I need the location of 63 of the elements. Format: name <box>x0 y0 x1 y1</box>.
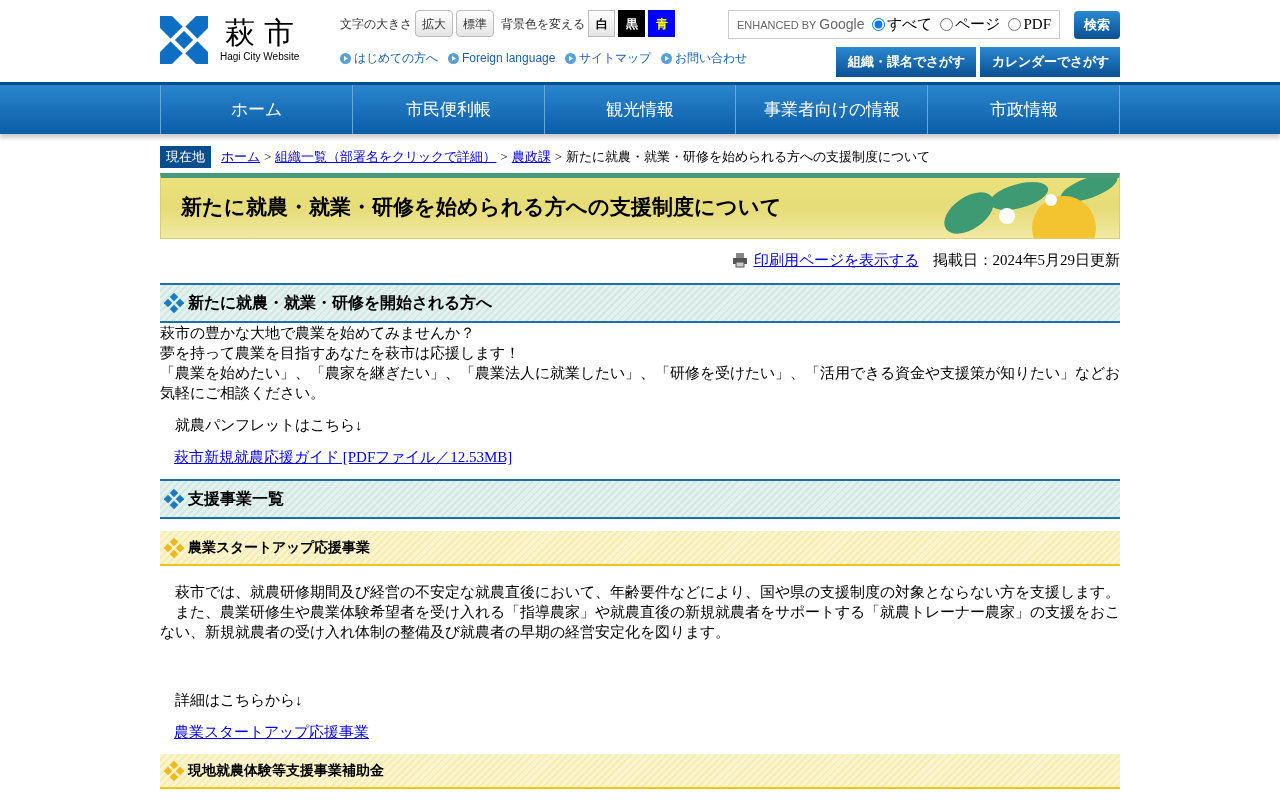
radio-label: ページ <box>955 15 1001 35</box>
diamond-icon <box>164 760 184 781</box>
quick-link[interactable]: Foreign language <box>448 49 556 67</box>
search-brand: ENHANCED BY Google <box>737 15 865 34</box>
background-color-button[interactable]: 白 <box>588 10 615 37</box>
arrow-bullet-icon <box>448 52 459 64</box>
nav-tab[interactable]: 事業者向けの情報 <box>736 85 929 134</box>
find-button[interactable]: カレンダーでさがす <box>980 47 1120 77</box>
page-title: 新たに就農・就業・研修を始められる方への支援制度について <box>181 193 782 221</box>
arrow-bullet-icon <box>340 52 351 64</box>
diamond-icon <box>164 537 184 558</box>
quick-link[interactable]: サイトマップ <box>565 49 652 67</box>
paragraph: 「農業を始めたい」、「農家を継ぎたい」、「農業法人に就業したい」、「研修を受けたい」、「活用できる資金や支援策が知りたい」などお気軽にご相談ください。 <box>160 364 1120 403</box>
nav-tab[interactable]: 市民便利帳 <box>352 85 545 134</box>
find-button[interactable]: 組織・課名でさがす <box>836 47 976 77</box>
text-size-button[interactable]: 標準 <box>456 10 494 37</box>
paragraph: 夢を持って農業を目指すあなたを萩市は応援します！ <box>160 344 521 363</box>
logo-title: 萩 市 <box>224 16 295 49</box>
section-heading: 新たに就農・就業・研修を開始される方へ <box>160 283 1120 323</box>
breadcrumb-current: 新たに就農・就業・研修を始められる方への支援制度について <box>566 148 931 166</box>
background-color-label: 背景色を変える <box>501 15 585 33</box>
breadcrumb-link[interactable]: ホーム <box>221 147 260 167</box>
radio-label: PDF <box>1023 15 1051 35</box>
paragraph: また、農業研修生や農業体験希望者を受け入れる「指導農家」や就農直後の新規就農者をサポートする「就農トレーナー農家」の支援をおこない、新規就農者の受け入れ体制の整備及び就農者の早期の経営安定化を図ります。 <box>160 603 1120 642</box>
radio-button[interactable] <box>872 18 886 31</box>
diamond-icon <box>164 293 184 313</box>
radio-button[interactable] <box>1008 18 1022 31</box>
quick-link[interactable]: お問い合わせ <box>661 49 748 67</box>
breadcrumb-separator: > <box>264 148 272 166</box>
document-link[interactable]: 農業スタートアップ応援事業 <box>174 724 369 740</box>
location-badge: 現在地 <box>160 146 211 168</box>
nav-tab[interactable]: 観光情報 <box>544 85 737 134</box>
background-color-button[interactable]: 黒 <box>618 10 645 37</box>
document-link[interactable]: 萩市新規就農応援ガイド [PDFファイル／12.53MB] <box>174 449 513 465</box>
radio-label: すべて <box>887 15 933 35</box>
breadcrumb-separator: > <box>554 148 563 166</box>
logo-subtitle: Hagi City Website <box>220 49 300 64</box>
search-button[interactable]: 検索 <box>1074 10 1120 39</box>
paragraph: 萩市では、就農研修期間及び経営の不安定な就農直後において、年齢要件などにより、国や県の支援制度の対象とならない方を支援します。 <box>174 583 1120 602</box>
quick-link[interactable]: はじめての方へ <box>340 49 438 67</box>
subsection-heading: 農業スタートアップ応援事業 <box>160 531 1120 566</box>
text-size-button[interactable]: 拡大 <box>415 10 453 37</box>
search-box[interactable]: ENHANCED BY Google すべて ページ PDF <box>728 10 1060 39</box>
radio-button[interactable] <box>940 18 954 31</box>
subsection-heading: 現地就農体験等支援事業補助金 <box>160 754 1120 789</box>
paragraph: 詳細はこちらから↓ <box>174 691 304 710</box>
text-size-label: 文字の大きさ <box>340 15 412 33</box>
nav-tab[interactable]: 市政情報 <box>928 85 1120 134</box>
breadcrumb-separator: > <box>500 148 508 166</box>
paragraph: 萩市の豊かな大地で農業を始めてみませんか？ <box>160 324 476 343</box>
printer-icon <box>731 251 748 268</box>
print-link[interactable]: 印刷用ページを表示する <box>731 248 919 271</box>
arrow-bullet-icon <box>661 52 673 64</box>
breadcrumb-link[interactable]: 農政課 <box>511 147 551 167</box>
logo-icon <box>160 16 208 64</box>
nav-tab[interactable]: ホーム <box>161 85 353 134</box>
breadcrumb-link[interactable]: 組織一覧（部署名をクリックで詳細） <box>275 147 497 167</box>
section-heading: 支援事業一覧 <box>160 479 1120 519</box>
published-date: 掲載日：2024年5月29日更新 <box>932 250 1120 270</box>
paragraph: 就農パンフレットはこちら↓ <box>174 416 364 435</box>
diamond-icon <box>164 489 184 509</box>
background-color-button[interactable]: 青 <box>648 10 675 37</box>
arrow-bullet-icon <box>565 52 577 64</box>
